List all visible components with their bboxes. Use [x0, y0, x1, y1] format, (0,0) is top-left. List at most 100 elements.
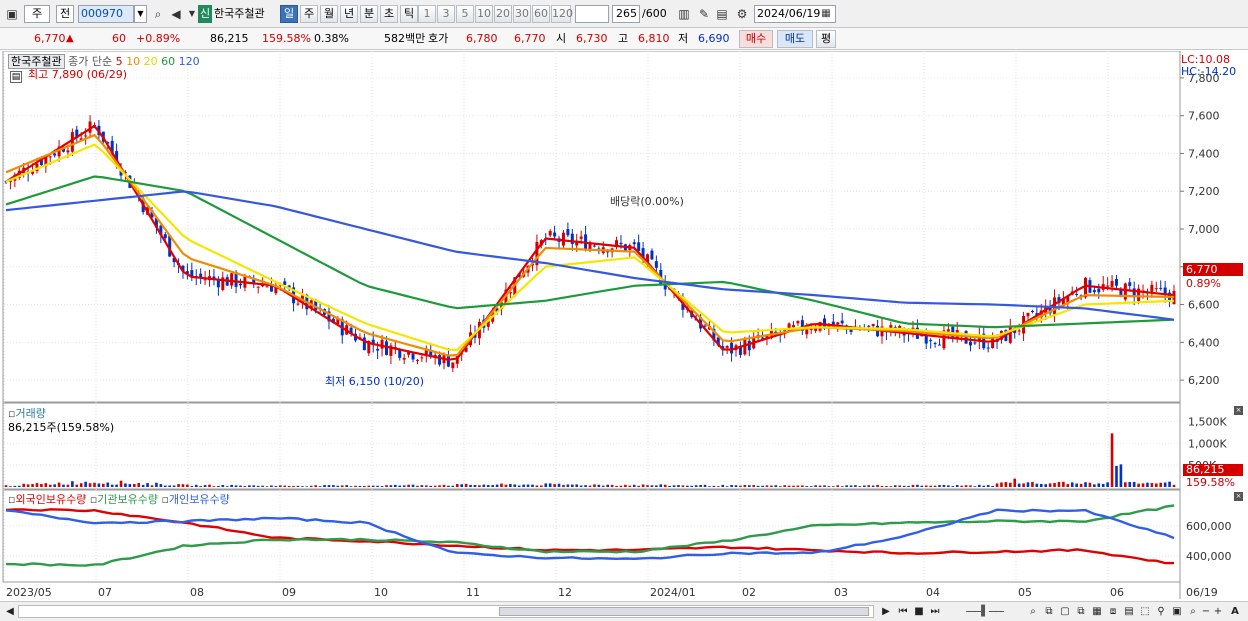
stop-icon[interactable]: ■	[912, 604, 926, 619]
sell-button[interactable]: 매도	[777, 30, 813, 48]
volume-bar	[1031, 481, 1034, 487]
scroll-right-icon[interactable]: ▶	[880, 604, 892, 619]
volume-bar	[982, 485, 986, 487]
period-year[interactable]: 년	[340, 5, 358, 23]
interval-10[interactable]: 10	[475, 5, 493, 23]
interval-3[interactable]: 3	[437, 5, 455, 23]
volume-bar	[1137, 483, 1140, 487]
close-panel-icon[interactable]: ×	[1234, 492, 1243, 501]
candle-body	[730, 342, 734, 354]
minus-icon[interactable]: −	[1200, 604, 1212, 619]
volume-bar	[646, 485, 649, 487]
magnifier-icon[interactable]: ⌕	[1026, 604, 1040, 619]
stock-code-input[interactable]: 000970	[78, 5, 134, 23]
calendar-icon[interactable]: ▦	[818, 6, 834, 22]
ma10-label: 10	[126, 55, 141, 68]
interval-5[interactable]: 5	[456, 5, 474, 23]
candle-body	[1026, 312, 1030, 317]
candle-body	[1075, 293, 1079, 295]
stock-chart[interactable]: 7,8007,6007,4007,2007,0006,8006,6006,400…	[0, 51, 1248, 599]
interval-30[interactable]: 30	[513, 5, 531, 23]
bar-count-input[interactable]: 265	[612, 5, 640, 23]
scroll-track[interactable]	[18, 605, 874, 618]
chart-area[interactable]: 7,8007,6007,4007,2007,0006,8006,6006,400…	[0, 51, 1248, 599]
rewind-icon[interactable]: ⏮	[896, 604, 910, 619]
volume-bar	[553, 484, 556, 487]
x-tick-label: 06	[1110, 586, 1124, 599]
zoom-out-icon[interactable]: ⌕	[1186, 604, 1200, 619]
volume-bar	[53, 484, 56, 487]
open-label: 시	[556, 32, 567, 45]
gear-icon[interactable]: ⚙	[734, 6, 750, 22]
grid-icon[interactable]: ▦	[1090, 604, 1104, 619]
volume-tick-label: 1,500K	[1188, 415, 1227, 428]
interval-1[interactable]: 1	[418, 5, 436, 23]
speaker-icon[interactable]: ◀	[168, 6, 184, 22]
period-minute[interactable]: 분	[360, 5, 378, 23]
fill-icon[interactable]: ⬚	[1138, 604, 1152, 619]
fast-forward-icon[interactable]: ⏭	[928, 604, 942, 619]
candle-body	[420, 357, 424, 359]
window-icon[interactable]: ▢	[1058, 604, 1072, 619]
volume-bar	[318, 486, 322, 487]
compare-icon[interactable]: ⧈	[1106, 604, 1120, 619]
volume-bar	[566, 484, 570, 487]
draw-tool-icon[interactable]: ✎	[696, 6, 712, 22]
period-tick[interactable]: 틱	[400, 5, 418, 23]
candle-body	[163, 234, 167, 239]
chart-scrollbar[interactable]: ◀ ▶ ⏮ ■ ⏭ ⎯⎯⎯▌⎯⎯⎯ ⌕ ⧉ ▢ ⧉ ▦ ⧈ ▤ ⬚ ⚲ ▣ ⌕ …	[0, 601, 1248, 621]
volume-bar	[243, 486, 247, 487]
candle-body	[986, 347, 990, 349]
volume-bar	[115, 484, 118, 487]
volume-bar	[792, 485, 795, 487]
chevron-down-icon[interactable]: ▼	[134, 5, 147, 23]
volume-bar	[1053, 482, 1056, 487]
volume-bar	[986, 485, 990, 487]
volume-bar	[1124, 482, 1127, 487]
last-pct-tag: 0.89%	[1186, 277, 1221, 290]
period-day[interactable]: 일	[280, 5, 298, 23]
chart-grid	[2, 51, 1181, 599]
interval-20[interactable]: 20	[494, 5, 512, 23]
buy-button[interactable]: 매수	[739, 30, 773, 48]
market-select[interactable]: 주	[24, 5, 50, 23]
period-week[interactable]: 주	[300, 5, 318, 23]
prev-button[interactable]: 전	[56, 5, 74, 23]
period-month[interactable]: 월	[320, 5, 338, 23]
volume-bar	[694, 485, 698, 487]
window-icon[interactable]: ▣	[4, 6, 20, 22]
period-second[interactable]: 초	[380, 5, 398, 23]
candle-type-icon[interactable]: ▥	[676, 6, 692, 22]
duplicate-icon[interactable]: ⧉	[1074, 604, 1088, 619]
bid-price: 6,770	[514, 32, 546, 45]
print-icon[interactable]: ▤	[714, 6, 730, 22]
candle-body	[438, 355, 442, 365]
panel-menu-icon[interactable]: ▤	[10, 71, 22, 83]
volume-bar	[84, 481, 87, 487]
interval-60[interactable]: 60	[532, 5, 550, 23]
volume-bar	[1150, 483, 1154, 487]
open-price: 6,730	[576, 32, 608, 45]
scroll-thumb[interactable]	[499, 607, 869, 616]
zoom-slider[interactable]: ⎯⎯⎯▌⎯⎯⎯	[950, 604, 1020, 619]
volume-bar	[783, 485, 786, 487]
link-icon[interactable]: ⚲	[1154, 604, 1168, 619]
font-size-icon[interactable]: A	[1228, 604, 1242, 619]
layout-icon[interactable]: ▤	[1122, 604, 1136, 619]
volume-bar	[44, 483, 48, 487]
volume-bar	[747, 485, 751, 487]
evaluate-button[interactable]: 평	[816, 30, 836, 48]
volume-bar	[133, 484, 136, 487]
save-icon[interactable]: ▣	[1170, 604, 1184, 619]
candle-body	[553, 232, 557, 237]
volume-bar	[1017, 483, 1021, 487]
close-panel-icon[interactable]: ×	[1234, 406, 1243, 415]
window-split-icon[interactable]: ⧉	[1042, 604, 1056, 619]
interval-120[interactable]: 120	[551, 5, 573, 23]
scroll-left-icon[interactable]: ◀	[4, 604, 16, 619]
candle-body	[805, 329, 809, 335]
volume-bar	[141, 484, 145, 487]
custom-interval-select[interactable]	[575, 5, 609, 23]
search-icon[interactable]: ⌕	[150, 6, 166, 22]
plus-icon[interactable]: +	[1212, 604, 1224, 619]
